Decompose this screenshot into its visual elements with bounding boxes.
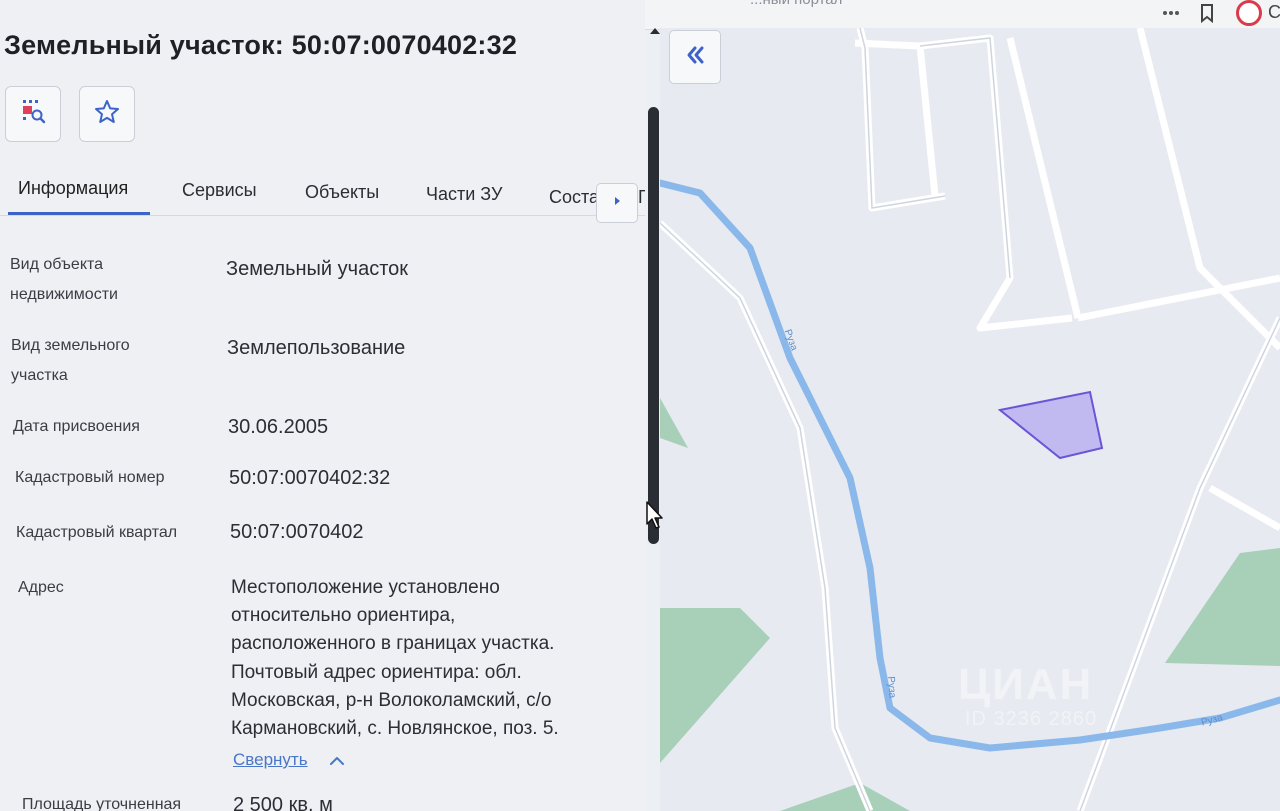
forest-area	[780, 783, 910, 811]
double-chevron-left-icon	[684, 44, 706, 71]
land-parcel	[997, 390, 1104, 460]
property-label-cadastral-quarter: Кадастровый квартал	[16, 524, 178, 541]
property-label-object-type: Вид объекта недвижимости	[10, 256, 118, 303]
property-value-object-type: Земельный участок	[226, 258, 409, 280]
tab-services[interactable]: Сервисы	[182, 180, 257, 201]
area-search-icon	[18, 97, 48, 132]
property-value-assign-date: 30.06.2005	[228, 416, 329, 438]
add-favorite-button[interactable]	[79, 86, 135, 142]
tab-composition[interactable]: Соста	[549, 187, 599, 208]
info-panel: Земельный участок: 50:07:0070402:32 Инфо…	[0, 0, 645, 811]
tab-next-fragment[interactable]: Г	[638, 187, 645, 208]
scrollbar-thumb[interactable]	[648, 107, 659, 544]
property-value-land-type: Землепользование	[227, 337, 406, 359]
tab-land-parts[interactable]: Части ЗУ	[426, 184, 502, 205]
collapse-address-link[interactable]: Свернуть	[233, 750, 308, 770]
forest-area	[660, 398, 688, 448]
chevron-up-icon[interactable]	[326, 752, 348, 770]
caret-right-icon	[611, 194, 623, 212]
select-on-map-button[interactable]	[5, 86, 61, 142]
property-label-area: Площадь уточненная	[22, 796, 182, 811]
tab-bar: Информация Сервисы Объекты Части ЗУ Сост…	[0, 160, 645, 216]
tabs-scroll-right-button[interactable]	[596, 183, 638, 223]
more-icon[interactable]	[1160, 2, 1182, 24]
scroll-up-arrow-icon[interactable]	[648, 24, 662, 36]
profile-avatar[interactable]	[1236, 0, 1262, 26]
bookmark-icon[interactable]	[1196, 2, 1218, 24]
property-value-address: Местоположение установлено относительно …	[231, 577, 559, 740]
property-value-cadastral-quarter: 50:07:0070402	[230, 521, 364, 543]
property-label-address: Адрес	[18, 579, 64, 596]
watermark-logo: ЦИАН	[958, 660, 1094, 709]
property-label-land-type: Вид земельного участка	[11, 337, 130, 384]
browser-tab-title: ...ный портал	[750, 0, 842, 8]
river-label: Руза	[885, 676, 898, 699]
tab-objects[interactable]: Объекты	[305, 182, 379, 203]
property-value-area: 2 500 кв. м	[233, 794, 333, 811]
active-tab-indicator	[8, 212, 150, 215]
property-label-assign-date: Дата присвоения	[13, 418, 140, 435]
property-label-cadastral-number: Кадастровый номер	[15, 469, 165, 486]
forest-area	[660, 608, 770, 763]
mouse-cursor-icon	[645, 500, 665, 530]
browser-toolbar: ...ный портал С	[640, 0, 1280, 30]
profile-letter: С	[1268, 2, 1280, 22]
watermark-id: ID 3236 2860	[965, 708, 1098, 730]
collapse-panel-button[interactable]	[669, 30, 721, 84]
property-value-cadastral-number: 50:07:0070402:32	[229, 467, 391, 489]
forest-area	[1165, 548, 1280, 666]
tab-information[interactable]: Информация	[18, 178, 128, 199]
page-title: Земельный участок: 50:07:0070402:32	[4, 30, 518, 60]
star-icon	[93, 98, 121, 131]
